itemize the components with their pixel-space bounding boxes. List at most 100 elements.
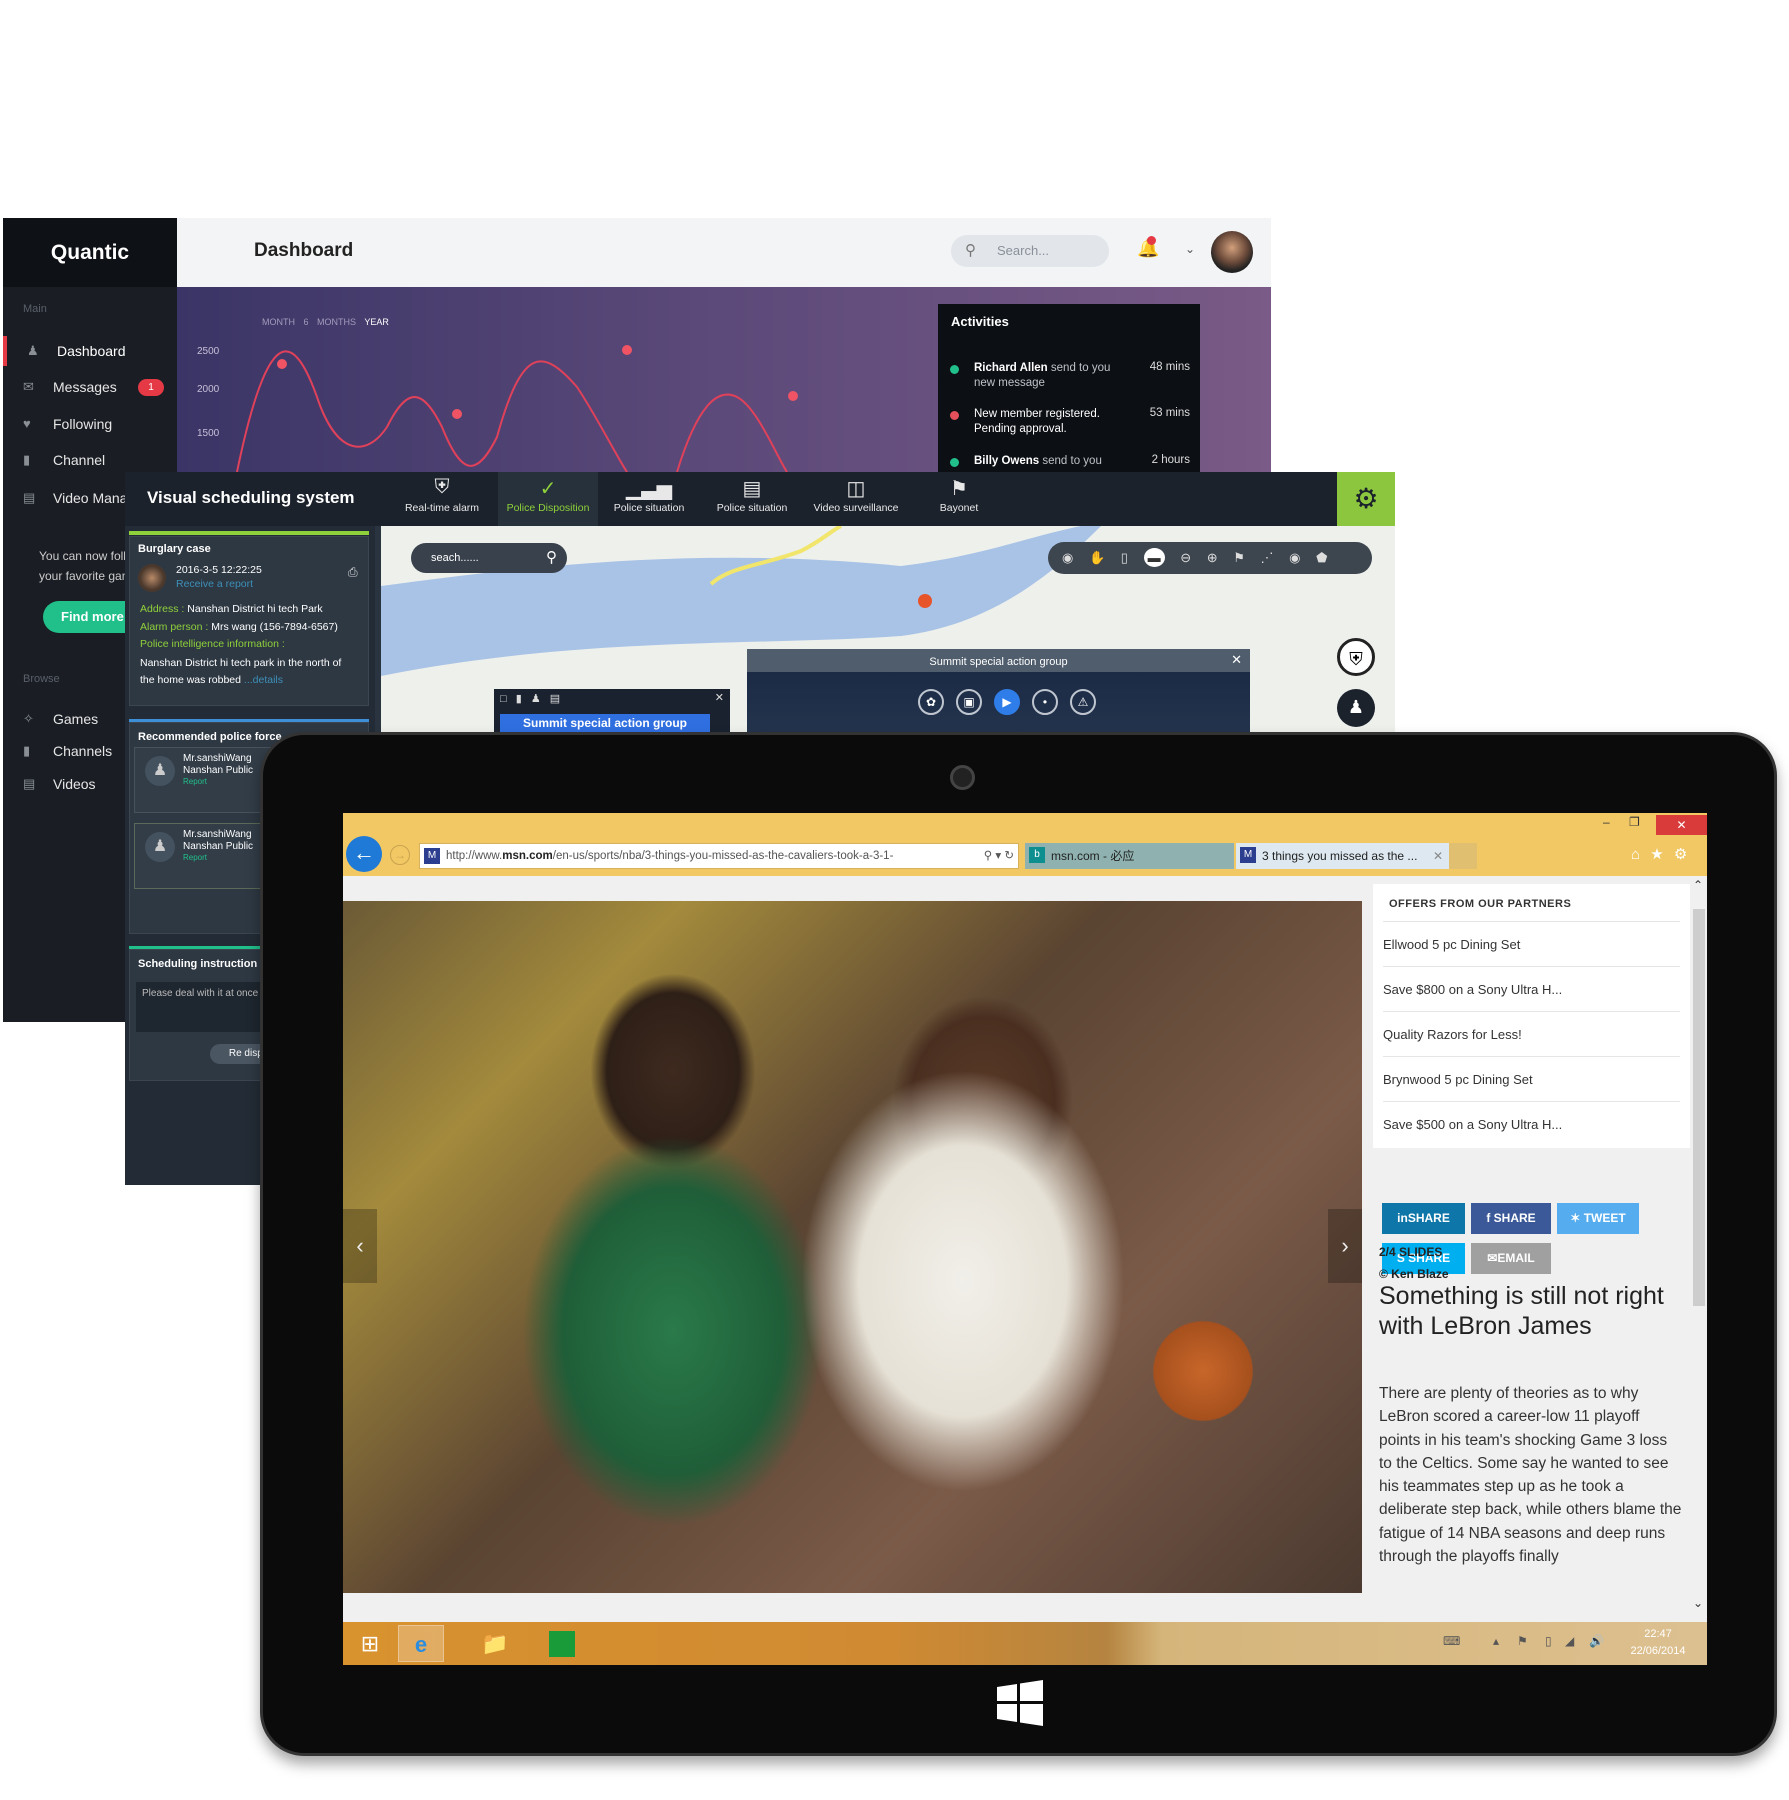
sidebar-item-messages[interactable]: ✉ Messages 1 — [3, 372, 177, 402]
store-icon[interactable] — [539, 1625, 585, 1662]
broadcast-icon[interactable]: • — [1032, 689, 1058, 715]
tab-3-things[interactable]: M 3 things you missed as the ... ✕ — [1236, 843, 1449, 869]
chat-icon[interactable]: □ — [500, 693, 507, 705]
chevron-down-icon[interactable]: ⌄ — [1185, 242, 1195, 256]
volume-icon[interactable]: 🔊 — [1589, 1634, 1604, 1648]
gear-icon[interactable]: ⚙ — [1674, 846, 1687, 863]
scroll-down-icon[interactable]: ⌄ — [1693, 1596, 1703, 1610]
report-link[interactable]: Report — [183, 853, 207, 862]
tab-msn[interactable]: b msn.com - 必应 — [1025, 843, 1234, 869]
measure-icon[interactable]: ▬ — [1143, 548, 1165, 567]
polygon-icon[interactable]: ⬟ — [1316, 550, 1327, 565]
internet-explorer-icon[interactable]: e — [398, 1625, 444, 1662]
activity-item[interactable]: Billy Owens send to you 2 hours — [950, 454, 1190, 470]
zoom-out-icon[interactable]: ⊖ — [1180, 550, 1191, 565]
flag-icon[interactable]: ⚑ — [1517, 1634, 1528, 1648]
nav-video-surveillance[interactable]: ◫ Video surveillance — [806, 472, 906, 526]
new-tab-button[interactable] — [1449, 843, 1477, 869]
search-refresh-icons[interactable]: ⚲ ▾ ↻ — [979, 844, 1014, 868]
sidebar-item-channel[interactable]: ▮ Channel — [3, 445, 177, 475]
details-link[interactable]: ...details — [244, 674, 283, 686]
battery-icon[interactable]: ▯ — [1545, 1634, 1552, 1648]
keyboard-icon[interactable]: ⌨ — [1443, 1634, 1460, 1648]
scrollbar[interactable]: ⌃ ⌄ — [1690, 876, 1707, 1622]
close-tab-icon[interactable]: ✕ — [1433, 843, 1443, 869]
user-icon: ♟ — [27, 343, 39, 358]
nav-label: Real-time alarm — [404, 502, 480, 514]
close-icon[interactable]: ✕ — [715, 691, 724, 704]
restore-button[interactable]: ❐ — [1629, 815, 1640, 829]
intel-text: Nanshan District hi tech park in the nor… — [140, 657, 342, 669]
next-slide-button[interactable]: › — [1328, 1209, 1362, 1283]
megaphone-icon[interactable]: ▶ — [994, 689, 1020, 715]
offer-link[interactable]: Ellwood 5 pc Dining Set — [1383, 921, 1680, 966]
email-button[interactable]: ✉EMAIL — [1471, 1243, 1551, 1274]
nav-police-disposition[interactable]: ✓ Police Disposition — [498, 472, 598, 526]
map-search-input[interactable]: seach...... ⚲ — [411, 543, 567, 573]
address-value: Nanshan District hi tech Park — [187, 603, 323, 615]
activity-item[interactable]: Richard Allen send to you new message 48 … — [950, 361, 1190, 393]
star-icon[interactable]: ★ — [1650, 846, 1663, 863]
report-link[interactable]: Report — [183, 777, 207, 786]
offers-title: OFFERS FROM OUR PARTNERS — [1389, 898, 1572, 910]
windows-logo-icon[interactable] — [997, 1680, 1043, 1726]
offer-link[interactable]: Save $500 on a Sony Ultra H... — [1383, 1101, 1680, 1146]
facebook-share-button[interactable]: f SHARE — [1471, 1203, 1551, 1234]
nav-police-situation-2[interactable]: ▤ Police situation — [702, 472, 802, 526]
gear-icon[interactable]: ⚙ — [1337, 472, 1395, 526]
clock[interactable]: 22:47 22/06/2014 — [1628, 1626, 1688, 1660]
lock-icon[interactable]: ▣ — [956, 689, 982, 715]
sidebar-item-following[interactable]: ♥ Following — [3, 409, 177, 439]
start-icon[interactable]: ⊞ — [347, 1625, 393, 1662]
offer-link[interactable]: Quality Razors for Less! — [1383, 1011, 1680, 1056]
signal-icon[interactable]: ◢ — [1565, 1634, 1574, 1648]
print-icon[interactable]: ⎙ — [348, 565, 358, 580]
officer-name: Mr.sanshiWang — [183, 753, 252, 764]
nav-bayonet[interactable]: ⚑ Bayonet — [909, 472, 1009, 526]
hand-icon[interactable]: ✋ — [1089, 550, 1105, 565]
map-pin-icon[interactable]: ⚑ — [1233, 550, 1245, 565]
shield-icon[interactable]: ⛨ — [1337, 638, 1375, 676]
file-explorer-icon[interactable]: 📁 — [472, 1625, 518, 1662]
nav-real-time-alarm[interactable]: ⛨ Real-time alarm — [392, 472, 492, 526]
user-icon[interactable]: ♟ — [531, 693, 541, 705]
home-icon[interactable]: ⌂ — [1631, 846, 1640, 863]
search-input[interactable]: ⚲ Search... — [951, 235, 1109, 267]
close-icon[interactable]: ✕ — [1231, 652, 1242, 668]
minimize-button[interactable]: – — [1603, 815, 1610, 829]
heart-icon: ♥ — [23, 416, 31, 431]
message-icon[interactable]: ▤ — [550, 693, 560, 705]
hearing-icon[interactable]: ✿ — [918, 689, 944, 715]
show-hidden-icon[interactable]: ▴ — [1493, 1634, 1499, 1648]
record-icon[interactable]: ◉ — [1289, 550, 1300, 565]
eye-icon[interactable]: ◉ — [1062, 550, 1073, 565]
route-icon[interactable]: ⋰ — [1261, 550, 1274, 565]
address-bar[interactable]: Mhttp://www.msn.com/en-us/sports/nba/3-t… — [419, 843, 1019, 869]
bell-icon[interactable]: 🔔 — [1137, 236, 1159, 259]
sidebar-item-dashboard[interactable]: ♟ Dashboard — [3, 336, 177, 366]
nav-police-situation[interactable]: ▁▃▅ Police situation — [599, 472, 699, 526]
tweet-button[interactable]: ✶ TWEET — [1557, 1203, 1639, 1234]
previous-slide-button[interactable]: ‹ — [343, 1209, 377, 1283]
map-view[interactable]: seach...... ⚲ ◉ ✋ ▯ ▬ ⊖ ⊕ ⚑ ⋰ ◉ ⬟ ⛨ ♟ Sum… — [381, 526, 1395, 732]
linkedin-share-button[interactable]: inSHARE — [1382, 1203, 1465, 1234]
activity-item[interactable]: New member registered. Pending approval.… — [950, 407, 1190, 439]
forward-button[interactable]: → — [390, 845, 410, 865]
warning-icon[interactable]: ⚠ — [1070, 689, 1096, 715]
offer-link[interactable]: Save $800 on a Sony Ultra H... — [1383, 966, 1680, 1011]
phone-icon[interactable]: ▯ — [1121, 550, 1128, 565]
scroll-up-icon[interactable]: ⌃ — [1693, 878, 1703, 892]
video-icon[interactable]: ▮ — [516, 693, 522, 705]
close-button[interactable]: ✕ — [1656, 815, 1707, 835]
zoom-in-icon[interactable]: ⊕ — [1207, 550, 1218, 565]
summit-action-group-button[interactable]: Summit special action group — [500, 714, 710, 732]
back-button[interactable]: ← — [346, 836, 382, 872]
search-icon[interactable]: ⚲ — [546, 543, 557, 573]
scrollbar-thumb[interactable] — [1693, 909, 1705, 1306]
nav-label: Police situation — [716, 502, 788, 514]
police-officer-icon[interactable]: ♟ — [1337, 689, 1375, 727]
avatar[interactable] — [1211, 231, 1253, 273]
offers-box: OFFERS FROM OUR PARTNERS Ellwood 5 pc Di… — [1373, 884, 1690, 1148]
map-pin-icon[interactable] — [918, 594, 932, 608]
offer-link[interactable]: Brynwood 5 pc Dining Set — [1383, 1056, 1680, 1101]
